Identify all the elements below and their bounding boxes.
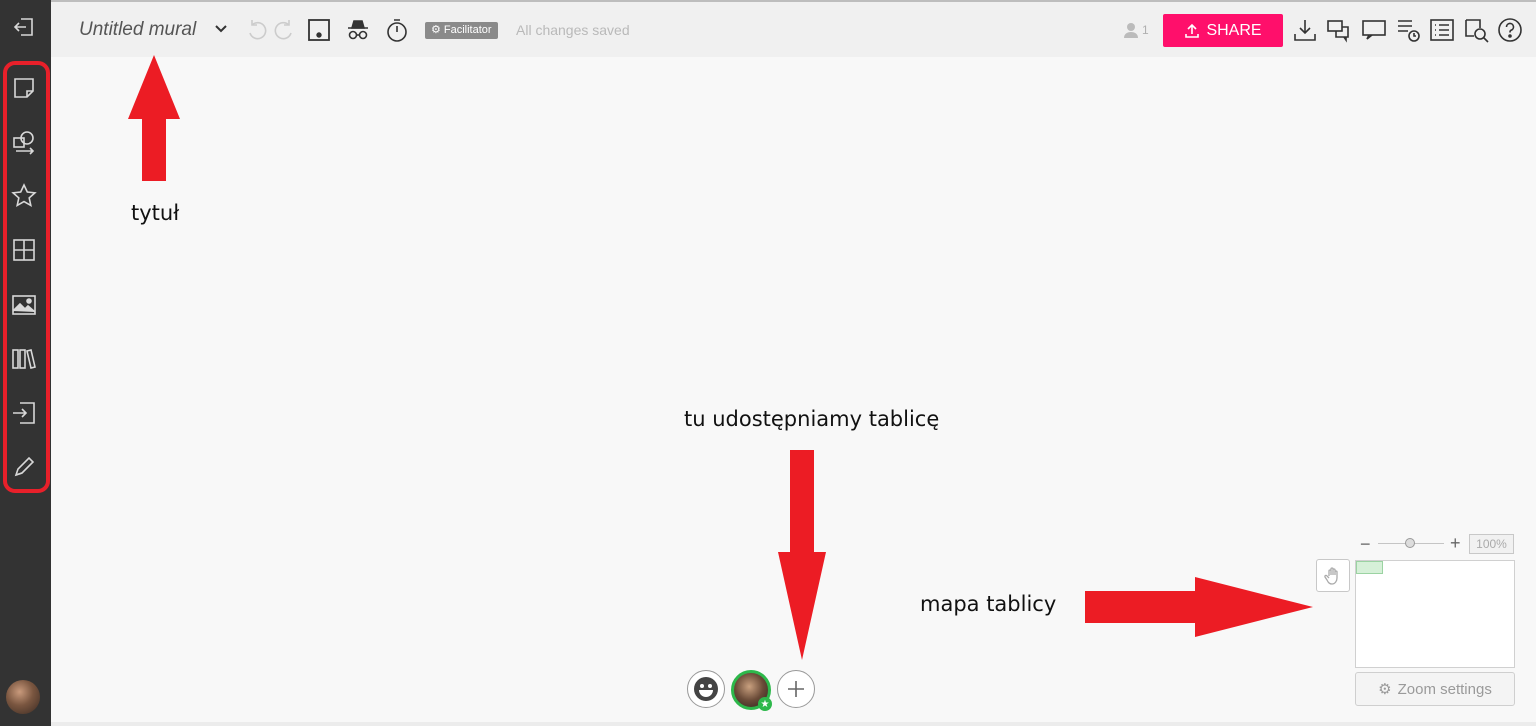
chat-icon[interactable] bbox=[1360, 16, 1388, 44]
zoom-in-button[interactable]: + bbox=[1450, 533, 1461, 554]
user-count: 1 bbox=[1142, 23, 1149, 37]
outline-mode-icon[interactable] bbox=[305, 16, 333, 44]
facilitator-star-icon: ★ bbox=[758, 697, 772, 711]
board-minimap[interactable] bbox=[1355, 560, 1515, 668]
facilitator-badge[interactable]: ⚙ Facilitator bbox=[425, 22, 498, 39]
activity-icon[interactable] bbox=[1394, 16, 1422, 44]
zoom-level[interactable]: 100% bbox=[1469, 534, 1514, 554]
online-users[interactable]: 1 bbox=[1122, 21, 1149, 39]
map-annotation-label: mapa tablicy bbox=[920, 592, 1057, 616]
zoom-slider-handle[interactable] bbox=[1405, 538, 1415, 548]
hand-icon bbox=[1324, 566, 1338, 585]
user-avatar[interactable] bbox=[6, 680, 40, 714]
help-icon[interactable] bbox=[1496, 16, 1524, 44]
undo-icon[interactable] bbox=[243, 16, 271, 44]
comments-icon[interactable] bbox=[1325, 16, 1353, 44]
zoom-settings-button[interactable]: ⚙ Zoom settings bbox=[1355, 672, 1515, 706]
timer-icon[interactable] bbox=[383, 16, 411, 44]
exit-icon[interactable] bbox=[6, 9, 42, 45]
share-button[interactable]: SHARE bbox=[1163, 14, 1283, 47]
search-icon[interactable] bbox=[1462, 16, 1490, 44]
private-mode-icon[interactable] bbox=[344, 16, 372, 44]
down-arrow-annotation bbox=[778, 450, 826, 660]
sidebar-highlight-annotation bbox=[3, 61, 50, 493]
share-annotation-label: tu udostępniamy tablicę bbox=[684, 407, 940, 431]
up-arrow-annotation bbox=[128, 55, 180, 181]
bottom-controls: ★ bbox=[687, 670, 815, 711]
emoji-reaction-button[interactable] bbox=[687, 670, 725, 708]
right-arrow-annotation bbox=[1085, 577, 1313, 637]
minimap-viewport[interactable] bbox=[1356, 561, 1383, 574]
title-annotation-label: tytuł bbox=[131, 201, 180, 225]
upload-icon bbox=[1185, 23, 1200, 38]
pan-tool-button[interactable] bbox=[1316, 559, 1350, 592]
outline-list-icon[interactable] bbox=[1428, 16, 1456, 44]
gear-icon: ⚙ bbox=[431, 24, 441, 36]
collaborator-avatar[interactable]: ★ bbox=[731, 670, 772, 711]
canvas-bottom-edge bbox=[51, 722, 1536, 726]
save-status: All changes saved bbox=[516, 22, 630, 38]
invite-button[interactable] bbox=[777, 670, 815, 708]
redo-icon[interactable] bbox=[270, 16, 298, 44]
badge-label: Facilitator bbox=[443, 24, 492, 36]
mural-title[interactable]: Untitled mural bbox=[79, 19, 196, 41]
top-toolbar: Untitled mural ⚙ Facilitator All changes… bbox=[51, 0, 1536, 57]
smiley-icon bbox=[694, 677, 718, 701]
plus-icon bbox=[788, 681, 804, 697]
gear-icon: ⚙ bbox=[1378, 681, 1392, 698]
chevron-down-icon[interactable] bbox=[215, 24, 227, 34]
download-icon[interactable] bbox=[1291, 16, 1319, 44]
zoom-out-button[interactable]: − bbox=[1360, 534, 1371, 555]
share-label: SHARE bbox=[1206, 21, 1262, 39]
zoom-settings-label: Zoom settings bbox=[1397, 680, 1492, 698]
left-toolbar bbox=[0, 0, 51, 726]
user-icon bbox=[1124, 23, 1138, 38]
